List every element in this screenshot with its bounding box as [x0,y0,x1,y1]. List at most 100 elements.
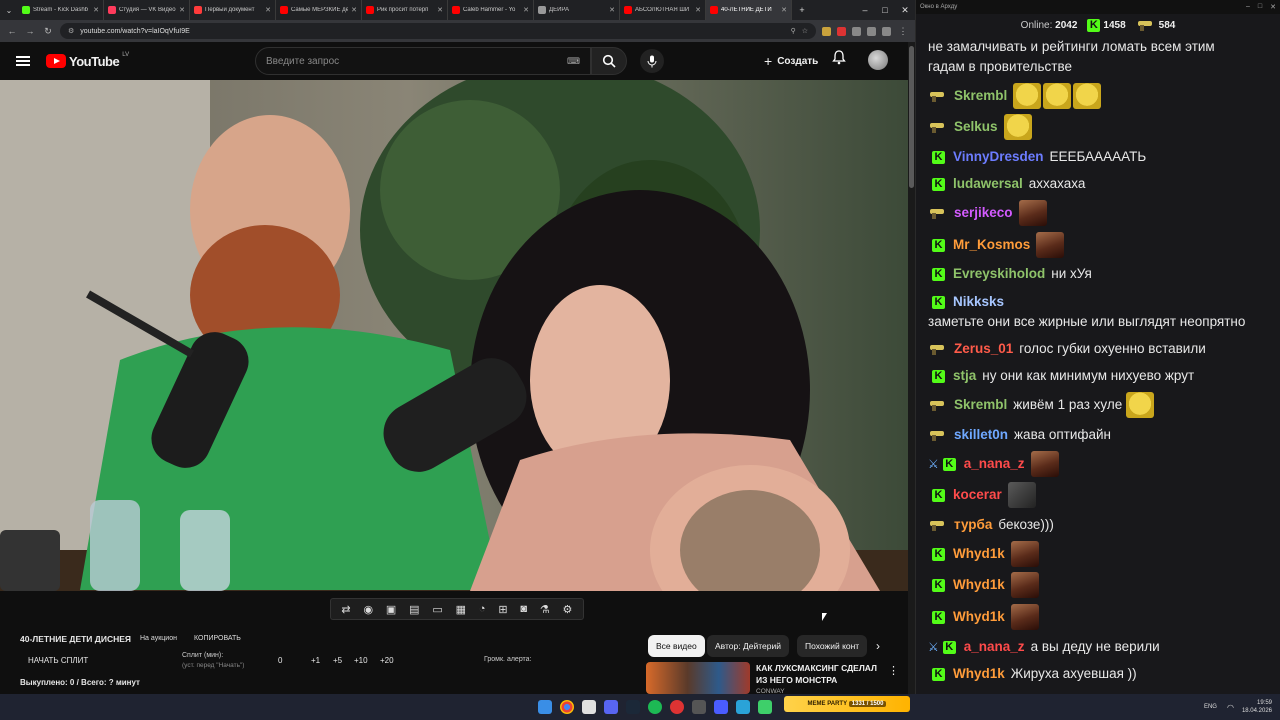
chat-username[interactable]: Mr_Kosmos [953,235,1030,255]
obs-icon[interactable] [670,700,684,714]
video-player[interactable] [0,80,908,591]
network-icon[interactable]: ◠ [1227,703,1234,712]
browser-tab[interactable]: ДЕИРА ✕ [534,0,620,20]
app-icon[interactable] [758,700,772,714]
chip-all-videos[interactable]: Все видео [648,635,705,657]
chat-username[interactable]: Selkus [954,117,998,137]
clapper-icon[interactable]: ▤ [409,603,419,616]
camera-icon[interactable]: ◙ [520,603,527,615]
chat-username[interactable]: Whyd1k [953,607,1005,627]
recommended-thumbnail[interactable] [646,662,750,694]
maximize-icon[interactable]: □ [1258,3,1262,11]
browser-tab[interactable]: 40-ЛЕТНИЕ ДЕТИ ✕ [706,0,792,20]
discord-icon[interactable] [604,700,618,714]
create-button[interactable]: + Создать [758,50,824,72]
voice-search-button[interactable] [640,49,664,73]
chat-username[interactable]: Whyd1k [953,664,1005,684]
app-icon[interactable] [692,700,706,714]
close-icon[interactable]: ✕ [1270,3,1276,11]
extension-icon[interactable] [822,26,831,36]
extension-icon[interactable] [837,26,846,36]
tab-close-icon[interactable]: ✕ [695,6,701,14]
chat-username[interactable]: VinnyDresden [953,147,1044,167]
chat-username[interactable]: skillet0n [954,425,1008,445]
flask-icon[interactable]: ⚗ [540,603,550,616]
menu-icon[interactable] [16,56,30,66]
chat-username[interactable]: Whyd1k [953,544,1005,564]
app-icon[interactable] [582,700,596,714]
split-plus-5-button[interactable]: +5 [333,656,342,665]
recommended-title[interactable]: КАК ЛУКСМАКСИНГ СДЕЛАЛ ИЗ НЕГО МОНСТРА [756,662,884,686]
profile-icon[interactable] [882,26,891,36]
tab-search-icon[interactable]: ⌄ [0,0,18,20]
maximize-icon[interactable]: □ [875,5,895,15]
start-split-button[interactable]: НАЧАТЬ СПЛИТ [28,656,88,665]
keyboard-icon[interactable]: ⌨ [567,56,580,67]
video-settings-icon[interactable]: ▣ [386,603,396,616]
telegram-icon[interactable] [736,700,750,714]
steam-icon[interactable] [626,700,640,714]
youtube-logo[interactable]: YouTube LV [46,52,129,69]
chat-username[interactable]: ludawersal [953,174,1023,194]
chat-username[interactable]: Zerus_01 [954,339,1013,359]
close-window-icon[interactable]: ✕ [895,5,915,16]
tab-close-icon[interactable]: ✕ [265,6,271,14]
lang-indicator[interactable]: ENG [1204,704,1217,710]
forward-icon[interactable]: → [24,26,36,36]
url-bar[interactable]: ⚙ youtube.com/watch?v=laIOqVfuI9E ⚲ ☆ [60,23,816,39]
clock[interactable]: 19:59 18.04.2026 [1242,699,1272,715]
scrollbar-thumb[interactable] [909,46,914,188]
chevron-right-icon[interactable]: › [876,639,880,653]
split-plus-20-button[interactable]: +20 [380,656,394,665]
add-icon[interactable]: ⊞ [498,603,507,616]
chat-username[interactable]: a_nana_z [964,454,1025,474]
split-plus-10-button[interactable]: +10 [354,656,368,665]
search-input[interactable]: Введите запрос ⌨ [255,47,591,75]
more-options-icon[interactable]: ⋮ [888,664,899,677]
chat-username[interactable]: Skrembl [954,395,1007,415]
chat-username[interactable]: Evreyskiholod [953,264,1045,284]
split-plus-1-button[interactable]: +1 [311,656,320,665]
tab-close-icon[interactable]: ✕ [781,6,787,14]
broadcast-icon[interactable]: ◉ [363,603,373,616]
auction-button[interactable]: На аукцион [140,635,177,642]
tab-close-icon[interactable]: ✕ [351,6,357,14]
account-avatar[interactable] [868,50,888,70]
site-info-icon[interactable]: ⚙ [68,27,74,35]
tab-close-icon[interactable]: ✕ [93,6,99,14]
chat-username[interactable]: serjikeco [954,203,1013,223]
browser-tab[interactable]: Рик просит потерп ✕ [362,0,448,20]
app-icon[interactable] [714,700,728,714]
download-icon[interactable] [867,26,876,36]
chip-author[interactable]: Автор: Дейтерий [707,635,789,657]
speed-icon[interactable]: ◔ [479,603,486,615]
pip-icon[interactable]: ▭ [432,603,442,616]
browser-menu-icon[interactable]: ⋮ [897,26,909,37]
tab-close-icon[interactable]: ✕ [437,6,443,14]
chip-related[interactable]: Похожий конт [797,635,867,657]
tab-close-icon[interactable]: ✕ [179,6,185,14]
back-icon[interactable]: ← [6,26,18,36]
chrome-icon[interactable] [560,700,574,714]
zoom-icon[interactable]: ⚲ [791,27,796,35]
browser-tab[interactable]: Самые МЕРЗКИЕ де ✕ [276,0,362,20]
gear-icon[interactable]: ⚙ [563,603,573,616]
chat-username[interactable]: Whyd1k [953,575,1005,595]
chat-username[interactable]: stja [953,366,976,386]
extensions-puzzle-icon[interactable] [852,26,861,36]
new-tab-button[interactable]: + [792,5,812,15]
loop-icon[interactable]: ⇄ [341,603,350,616]
chat-username[interactable]: a_nana_z [964,637,1025,657]
chat-username[interactable]: Nikksks [953,292,1004,312]
copy-button[interactable]: КОПИРОВАТЬ [194,635,241,642]
browser-tab[interactable]: Stream - Kick Dashb ✕ [18,0,104,20]
minimize-icon[interactable]: – [1246,3,1250,11]
chat-username[interactable]: Skrembl [954,86,1007,106]
subtitles-icon[interactable]: ▦ [456,603,466,616]
browser-tab[interactable]: Студия — VK Видео ✕ [104,0,190,20]
browser-tab[interactable]: Первый документ ✕ [190,0,276,20]
tab-close-icon[interactable]: ✕ [609,6,615,14]
chat-username[interactable]: kocerar [953,485,1002,505]
browser-tab[interactable]: Caleb Hammer - Yo ✕ [448,0,534,20]
browser-tab[interactable]: АБСОЛЮТНАЯ ШИ ✕ [620,0,706,20]
